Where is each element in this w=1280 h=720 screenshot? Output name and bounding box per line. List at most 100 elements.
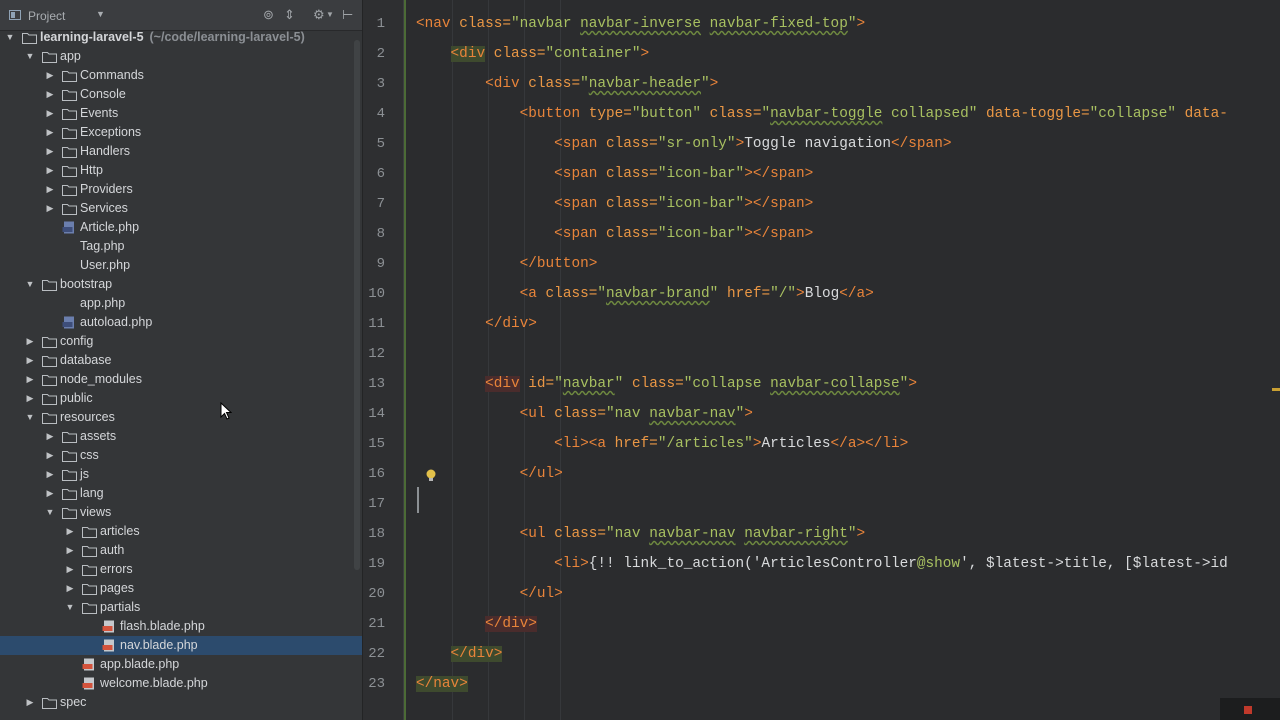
chevron-right-icon[interactable]: ▶ [64, 579, 76, 598]
code-line[interactable]: <span class="icon-bar"></span> [416, 226, 813, 242]
tree-folder[interactable]: ▶ pages [0, 579, 362, 598]
hide-panel-icon[interactable]: ⊢ [342, 8, 353, 22]
tree-file[interactable]: nav.blade.php [0, 636, 362, 655]
chevron-right-icon[interactable]: ▶ [44, 161, 56, 180]
chevron-right-icon[interactable]: ▶ [24, 351, 36, 370]
error-indicator-icon[interactable] [1244, 706, 1252, 714]
code-line[interactable]: </ul> [416, 586, 563, 602]
tree-folder[interactable]: ▶ Services [0, 199, 362, 218]
tree-folder[interactable]: ▶ css [0, 446, 362, 465]
tree-file[interactable]: autoload.php [0, 313, 362, 332]
tree-folder[interactable]: ▶ Exceptions [0, 123, 362, 142]
tree-file[interactable]: User.php [0, 256, 362, 275]
gear-icon[interactable]: ⚙ [313, 8, 325, 22]
project-panel-title[interactable]: Project [28, 9, 65, 23]
code-token: <div [416, 76, 529, 92]
collapse-all-icon[interactable]: ⇕ [284, 8, 295, 22]
code-line[interactable]: </button> [416, 256, 598, 272]
tree-file[interactable]: flash.blade.php [0, 617, 362, 636]
chevron-right-icon[interactable]: ▶ [24, 332, 36, 351]
scrollbar[interactable] [354, 40, 360, 570]
tree-folder[interactable]: ▶ Commands [0, 66, 362, 85]
tree-folder[interactable]: ▶ Events [0, 104, 362, 123]
chevron-down-icon[interactable]: ▼ [96, 9, 105, 19]
chevron-right-icon[interactable]: ▶ [44, 85, 56, 104]
code-line[interactable]: <button type="button" class="navbar-togg… [416, 106, 1228, 122]
chevron-right-icon[interactable]: ▶ [24, 370, 36, 389]
code-line[interactable]: <ul class="nav navbar-nav navbar-right"> [416, 526, 866, 542]
code-line[interactable]: <nav class="navbar navbar-inverse navbar… [416, 16, 865, 32]
code-line[interactable]: <li>{!! link_to_action('ArticlesControll… [416, 556, 1228, 572]
tree-folder[interactable]: ▼ learning-laravel-5 (~/code/learning-lara… [0, 28, 362, 47]
tree-folder[interactable]: ▶ Http [0, 161, 362, 180]
code-line[interactable]: </nav> [416, 676, 468, 692]
tree-folder[interactable]: ▶ config [0, 332, 362, 351]
code-token: ></span> [744, 226, 814, 242]
code-editor[interactable]: <nav class="navbar navbar-inverse navbar… [404, 0, 1280, 720]
chevron-right-icon[interactable]: ▶ [44, 484, 56, 503]
tree-folder[interactable]: ▶ public [0, 389, 362, 408]
tree-folder[interactable]: ▶ database [0, 351, 362, 370]
tree-folder[interactable]: ▼ partials [0, 598, 362, 617]
tree-file[interactable]: Article.php [0, 218, 362, 237]
tree-folder[interactable]: ▼ bootstrap [0, 275, 362, 294]
code-line[interactable]: <a class="navbar-brand" href="/">Blog</a… [416, 286, 874, 302]
code-token: "icon-bar" [657, 196, 745, 212]
tree-folder[interactable]: ▶ spec [0, 693, 362, 712]
chevron-down-icon[interactable]: ▼ [24, 47, 36, 66]
code-line[interactable]: </div> [416, 646, 503, 662]
chevron-right-icon[interactable]: ▶ [44, 180, 56, 199]
tree-folder[interactable]: ▼ app [0, 47, 362, 66]
code-token: data-toggle= [986, 106, 1090, 122]
chevron-down-icon[interactable]: ▼ [24, 408, 36, 427]
chevron-right-icon[interactable]: ▶ [44, 104, 56, 123]
code-line[interactable]: <span class="icon-bar"></span> [416, 166, 813, 182]
chevron-right-icon[interactable]: ▶ [44, 446, 56, 465]
code-line[interactable]: </ul> [416, 466, 563, 482]
tree-file[interactable]: welcome.blade.php [0, 674, 362, 693]
tree-file[interactable]: app.php [0, 294, 362, 313]
chevron-down-icon[interactable]: ▼ [44, 503, 56, 522]
tree-folder[interactable]: ▶ Console [0, 85, 362, 104]
code-line[interactable]: <li><a href="/articles">Articles</a></li… [416, 436, 908, 452]
chevron-right-icon[interactable]: ▶ [44, 427, 56, 446]
lightbulb-icon[interactable] [424, 468, 438, 484]
code-line[interactable]: <div id="navbar" class="collapse navbar-… [416, 376, 917, 392]
tree-folder[interactable]: ▶ articles [0, 522, 362, 541]
tree-folder[interactable]: ▶ node_modules [0, 370, 362, 389]
tree-folder[interactable]: ▶ lang [0, 484, 362, 503]
tree-folder[interactable]: ▶ js [0, 465, 362, 484]
chevron-down-icon[interactable]: ▼ [326, 8, 334, 22]
code-line[interactable]: <span class="icon-bar"></span> [416, 196, 813, 212]
chevron-right-icon[interactable]: ▶ [64, 522, 76, 541]
tree-folder[interactable]: ▶ Providers [0, 180, 362, 199]
code-line[interactable]: </div> [416, 616, 537, 632]
tree-folder[interactable]: ▼ resources [0, 408, 362, 427]
tree-folder[interactable]: ▶ Handlers [0, 142, 362, 161]
code-line[interactable]: </div> [416, 316, 537, 332]
code-line[interactable]: <div class="container"> [416, 46, 649, 62]
chevron-down-icon[interactable]: ▼ [64, 598, 76, 617]
chevron-right-icon[interactable]: ▶ [44, 142, 56, 161]
chevron-right-icon[interactable]: ▶ [44, 199, 56, 218]
tree-item-label: Commands [80, 68, 144, 82]
chevron-right-icon[interactable]: ▶ [44, 465, 56, 484]
chevron-right-icon[interactable]: ▶ [24, 693, 36, 712]
code-line[interactable]: <div class="navbar-header"> [416, 76, 718, 92]
chevron-right-icon[interactable]: ▶ [44, 66, 56, 85]
tree-file[interactable]: app.blade.php [0, 655, 362, 674]
code-line[interactable]: <span class="sr-only">Toggle navigation<… [416, 136, 951, 152]
chevron-down-icon[interactable]: ▼ [24, 275, 36, 294]
target-icon[interactable]: ⊚ [263, 8, 274, 22]
code-line[interactable]: <ul class="nav navbar-nav"> [416, 406, 753, 422]
tree-folder[interactable]: ▼ views [0, 503, 362, 522]
chevron-down-icon[interactable]: ▼ [4, 28, 16, 47]
tree-file[interactable]: Tag.php [0, 237, 362, 256]
tree-folder[interactable]: ▶ auth [0, 541, 362, 560]
tree-folder[interactable]: ▶ assets [0, 427, 362, 446]
chevron-right-icon[interactable]: ▶ [44, 123, 56, 142]
chevron-right-icon[interactable]: ▶ [64, 541, 76, 560]
tree-folder[interactable]: ▶ errors [0, 560, 362, 579]
chevron-right-icon[interactable]: ▶ [24, 389, 36, 408]
chevron-right-icon[interactable]: ▶ [64, 560, 76, 579]
